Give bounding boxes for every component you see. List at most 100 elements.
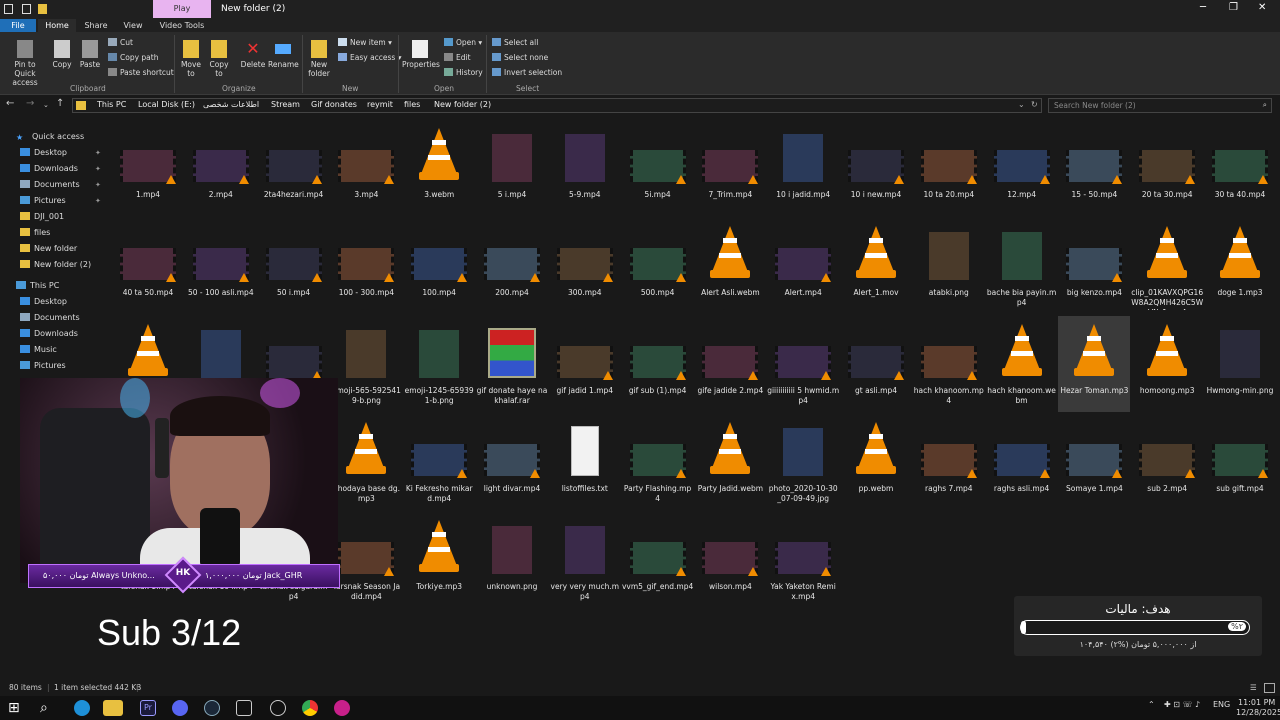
file-item[interactable]: Party Flashing.mp4 xyxy=(622,414,694,510)
file-item[interactable]: hach khanoom.webm xyxy=(986,316,1058,412)
language-indicator[interactable]: ENG xyxy=(1213,700,1230,709)
file-item[interactable]: 3.mp4 xyxy=(330,120,402,216)
file-item[interactable]: gif sub (1).mp4 xyxy=(622,316,694,412)
app-icon[interactable] xyxy=(334,700,350,716)
details-view-icon[interactable]: ☰ xyxy=(1250,683,1257,692)
file-item[interactable]: raghs 7.mp4 xyxy=(913,414,985,510)
file-item[interactable]: vvm5_gif_end.mp4 xyxy=(622,512,694,608)
up-arrow-icon[interactable]: ↑ xyxy=(56,98,64,109)
forward-arrow-icon[interactable]: → xyxy=(26,98,34,109)
crumb-reymit[interactable]: reymit xyxy=(367,100,393,109)
file-item[interactable]: 10 i jadid.mp4 xyxy=(767,120,839,216)
sidebar-item-dji[interactable]: DJI_001 xyxy=(20,212,64,221)
file-item[interactable]: 5 i.mp4 xyxy=(476,120,548,216)
paste-shortcut-button[interactable]: Paste shortcut xyxy=(108,68,174,77)
file-item[interactable]: Hezar Toman.mp3 xyxy=(1058,316,1131,412)
restore-icon[interactable]: ❐ xyxy=(1229,2,1238,13)
file-item[interactable]: homoong.mp3 xyxy=(1131,316,1203,412)
pin-icon[interactable]: ✦ xyxy=(95,165,101,173)
file-item[interactable]: raghs asli.mp4 xyxy=(986,414,1058,510)
copy-to-button[interactable]: Copy to xyxy=(206,40,232,78)
file-item[interactable]: 2ta4hezari.mp4 xyxy=(258,120,330,216)
select-none-button[interactable]: Select none xyxy=(492,53,548,62)
file-item[interactable]: 5i.mp4 xyxy=(622,120,694,216)
file-item[interactable]: 100.mp4 xyxy=(403,218,475,314)
file-item[interactable]: Ki Fekresho mikard.mp4 xyxy=(403,414,475,510)
file-item[interactable]: sub 2.mp4 xyxy=(1131,414,1203,510)
pin-icon[interactable]: ✦ xyxy=(95,181,101,189)
tab-share[interactable]: Share xyxy=(78,19,114,32)
sidebar-pc-pictures[interactable]: Pictures xyxy=(20,361,66,370)
file-item[interactable]: giiiiiiiiiii 5 hwmid.mp4 xyxy=(767,316,839,412)
file-item[interactable]: Alert_1.mov xyxy=(840,218,912,314)
pin-quick-access-button[interactable]: Pin to Quick access xyxy=(4,40,46,87)
file-item[interactable]: light divar.mp4 xyxy=(476,414,548,510)
clock-date[interactable]: 12/28/2025 xyxy=(1236,708,1280,717)
tray-chevron-icon[interactable]: ⌃ xyxy=(1148,700,1155,709)
sidebar-pc-downloads[interactable]: Downloads xyxy=(20,329,78,338)
copy-path-button[interactable]: Copy path xyxy=(108,53,158,62)
tray-icons[interactable]: ✚ ⊡ ☏ ♪ xyxy=(1164,700,1200,709)
tab-file[interactable]: File xyxy=(0,19,36,32)
file-item[interactable]: unknown.png xyxy=(476,512,548,608)
new-folder-button[interactable]: New folder xyxy=(306,40,332,78)
file-item[interactable]: 50 - 100 asli.mp4 xyxy=(185,218,257,314)
address-dropdown-icon[interactable]: ⌄ xyxy=(1018,100,1025,109)
new-item-button[interactable]: New item ▾ xyxy=(338,38,392,47)
store-icon[interactable] xyxy=(236,700,252,716)
sidebar-pc-documents[interactable]: Documents xyxy=(20,313,80,322)
file-item[interactable]: 500.mp4 xyxy=(622,218,694,314)
file-item[interactable]: bache bia payin.mp4 xyxy=(986,218,1058,314)
file-item[interactable]: Yak Yaketon Remix.mp4 xyxy=(767,512,839,608)
refresh-icon[interactable]: ↻ xyxy=(1031,100,1038,109)
file-item[interactable]: 1.mp4 xyxy=(112,120,184,216)
crumb-files[interactable]: files xyxy=(404,100,420,109)
tab-view[interactable]: View xyxy=(116,19,150,32)
file-item[interactable]: big kenzo.mp4 xyxy=(1058,218,1130,314)
play-contextual-tab[interactable]: Play xyxy=(153,0,211,18)
discord-icon[interactable] xyxy=(172,700,188,716)
crumb-current[interactable]: New folder (2) xyxy=(434,100,491,109)
minimize-icon[interactable]: ─ xyxy=(1200,2,1206,13)
file-item[interactable]: hach khanoom.mp4 xyxy=(913,316,985,412)
pin-icon[interactable]: ✦ xyxy=(95,197,101,205)
file-item[interactable]: 7_Trim.mp4 xyxy=(694,120,766,216)
sidebar-pc-desktop[interactable]: Desktop xyxy=(20,297,67,306)
pin-icon[interactable]: ✦ xyxy=(95,149,101,157)
clock-time[interactable]: 11:01 PM xyxy=(1238,698,1275,707)
file-item[interactable]: pp.webm xyxy=(840,414,912,510)
file-item[interactable]: gif jadid 1.mp4 xyxy=(549,316,621,412)
recent-chevron-icon[interactable]: ⌄ xyxy=(43,101,49,109)
file-item[interactable]: 40 ta 50.mp4 xyxy=(112,218,184,314)
file-item[interactable]: gife jadide 2.mp4 xyxy=(694,316,766,412)
crumb-stream[interactable]: Stream xyxy=(271,100,300,109)
windows-start-icon[interactable]: ⊞ xyxy=(8,700,24,716)
large-icons-view-icon[interactable] xyxy=(1264,683,1275,693)
file-item[interactable]: Alert.mp4 xyxy=(767,218,839,314)
file-item[interactable]: Alert Asli.webm xyxy=(694,218,766,314)
sidebar-item-documents[interactable]: Documents xyxy=(20,180,80,189)
move-to-button[interactable]: Move to xyxy=(178,40,204,78)
address-box[interactable]: This PC Local Disk (E:) اطلاعات شخصی Str… xyxy=(72,98,1042,113)
sidebar-item-new-folder-2[interactable]: New folder (2) xyxy=(20,260,91,269)
properties-button[interactable]: Properties xyxy=(402,40,440,69)
file-item[interactable]: photo_2020-10-30_07-09-49.jpg xyxy=(767,414,839,510)
file-item[interactable]: emoji-1245-659391-b.png xyxy=(403,316,475,412)
search-icon[interactable]: ⌕ xyxy=(40,700,56,716)
close-icon[interactable]: ✕ xyxy=(1258,2,1266,13)
crumb-this-pc[interactable]: This PC xyxy=(97,100,126,109)
file-item[interactable]: Torkiye.mp3 xyxy=(403,512,475,608)
sidebar-item-desktop[interactable]: Desktop xyxy=(20,148,67,157)
file-item[interactable]: 20 ta 30.mp4 xyxy=(1131,120,1203,216)
sidebar-this-pc[interactable]: This PC xyxy=(16,281,59,290)
properties-qa-icon[interactable] xyxy=(22,4,31,14)
file-item[interactable]: 5-9.mp4 xyxy=(549,120,621,216)
steam-icon[interactable] xyxy=(204,700,220,716)
file-item[interactable]: 2.mp4 xyxy=(185,120,257,216)
folder-qa-icon[interactable] xyxy=(38,4,47,14)
file-item[interactable]: doge 1.mp3 xyxy=(1204,218,1276,314)
file-item[interactable]: listoffiles.txt xyxy=(549,414,621,510)
file-item[interactable]: 10 i new.mp4 xyxy=(840,120,912,216)
invert-selection-button[interactable]: Invert selection xyxy=(492,68,562,77)
file-item[interactable]: Khodaya base dg.mp3 xyxy=(330,414,402,510)
